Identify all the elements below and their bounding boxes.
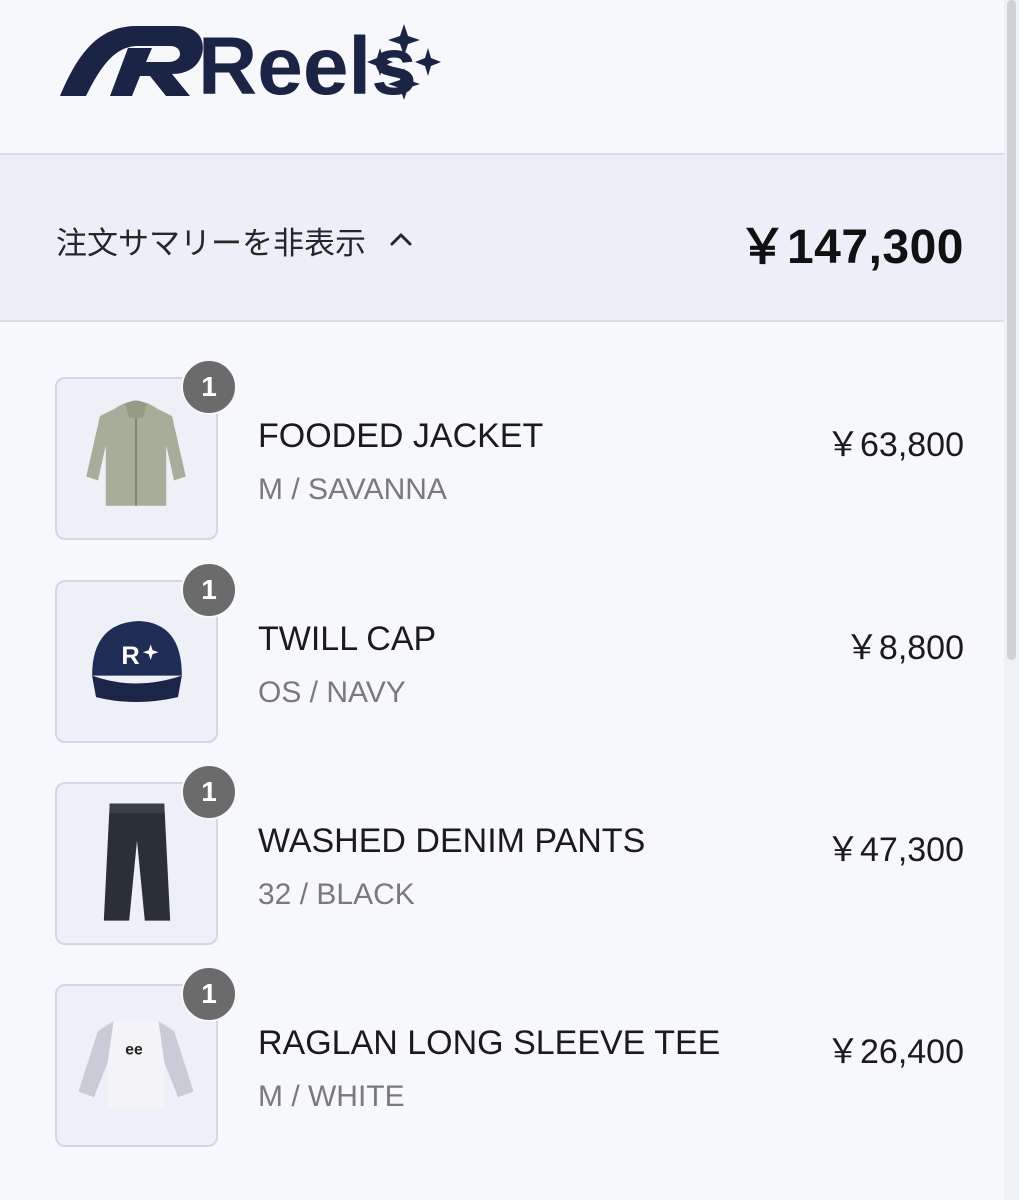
item-name: WASHED DENIM PANTS <box>258 822 646 860</box>
divider <box>0 320 1004 322</box>
order-summary-toggle-label: 注文サマリーを非表示 <box>56 225 366 262</box>
order-summary-toggle-bar[interactable]: 注文サマリーを非表示 ￥147,300 <box>0 155 1004 320</box>
svg-text:ee: ee <box>125 1041 143 1058</box>
order-total: ￥147,300 <box>738 221 964 274</box>
quantity-badge: 1 <box>181 966 237 1022</box>
line-item: 1 WASHED DENIM PANTS 32 / BLACK ￥47,300 <box>0 764 1004 982</box>
chevron-up-icon <box>390 233 412 246</box>
item-price: ￥47,300 <box>826 831 964 869</box>
quantity-badge: 1 <box>181 562 237 618</box>
quantity-badge: 1 <box>181 359 237 415</box>
line-item: ee 1 RAGLAN LONG SLEEVE TEE M / WHITE ￥2… <box>0 966 1004 1184</box>
item-name: TWILL CAP <box>258 620 437 658</box>
item-price: ￥26,400 <box>826 1033 964 1071</box>
item-variant: M / WHITE <box>258 1080 405 1113</box>
item-name: FOODED JACKET <box>258 417 544 455</box>
header: Reels <box>0 0 1004 153</box>
order-summary-toggle[interactable]: 注文サマリーを非表示 <box>56 215 414 265</box>
svg-text:R: R <box>121 642 139 670</box>
line-item: R 1 TWILL CAP OS / NAVY ￥8,800 <box>0 562 1004 780</box>
item-variant: M / SAVANNA <box>258 473 447 506</box>
item-variant: 32 / BLACK <box>258 878 415 911</box>
item-price: ￥63,800 <box>826 426 964 464</box>
item-name: RAGLAN LONG SLEEVE TEE <box>258 1024 721 1062</box>
scrollbar[interactable] <box>1004 0 1019 1200</box>
reels-logo[interactable]: Reels <box>56 18 446 100</box>
scrollbar-thumb[interactable] <box>1007 0 1016 660</box>
line-item: 1 FOODED JACKET M / SAVANNA ￥63,800 <box>0 359 1004 577</box>
item-price: ￥8,800 <box>844 629 964 667</box>
quantity-badge: 1 <box>181 764 237 820</box>
item-variant: OS / NAVY <box>258 676 406 709</box>
